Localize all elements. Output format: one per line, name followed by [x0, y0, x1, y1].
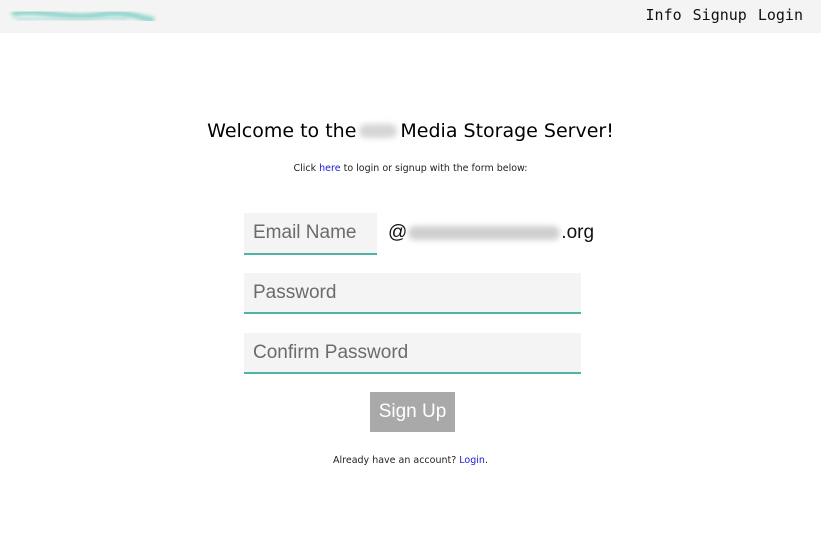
email-tld: .org [561, 222, 595, 243]
login-prompt: Already have an account? Login. [0, 455, 821, 466]
login-prompt-text: Already have an account? [333, 455, 460, 466]
confirm-password-input[interactable] [244, 333, 581, 374]
email-at-sign: @ [388, 222, 408, 243]
redacted-domain [408, 226, 561, 240]
instructions-before: Click [293, 163, 320, 174]
instructions-after: to login or signup with the form below: [340, 163, 528, 174]
nav-login-link[interactable]: Login [758, 6, 803, 24]
login-prompt-trailing: . [484, 455, 488, 466]
email-domain-suffix: @ .org [388, 222, 594, 244]
main-nav: Info Signup Login [646, 6, 803, 24]
email-name-input[interactable] [244, 213, 377, 255]
login-link[interactable]: Login [459, 455, 485, 466]
redacted-server-name [359, 124, 398, 138]
password-input[interactable] [244, 273, 581, 314]
instructions-text: Click here to login or signup with the f… [0, 163, 821, 174]
brand-logo-icon[interactable] [8, 6, 158, 26]
sign-up-button[interactable]: Sign Up [370, 392, 455, 432]
nav-signup-link[interactable]: Signup [693, 6, 747, 24]
page-title: Welcome to the Media Storage Server! [0, 120, 821, 142]
title-prefix: Welcome to the [207, 120, 357, 142]
top-nav-bar: Info Signup Login [0, 0, 821, 33]
here-link[interactable]: here [319, 163, 340, 174]
nav-info-link[interactable]: Info [646, 6, 682, 24]
title-suffix: Media Storage Server! [400, 120, 614, 142]
